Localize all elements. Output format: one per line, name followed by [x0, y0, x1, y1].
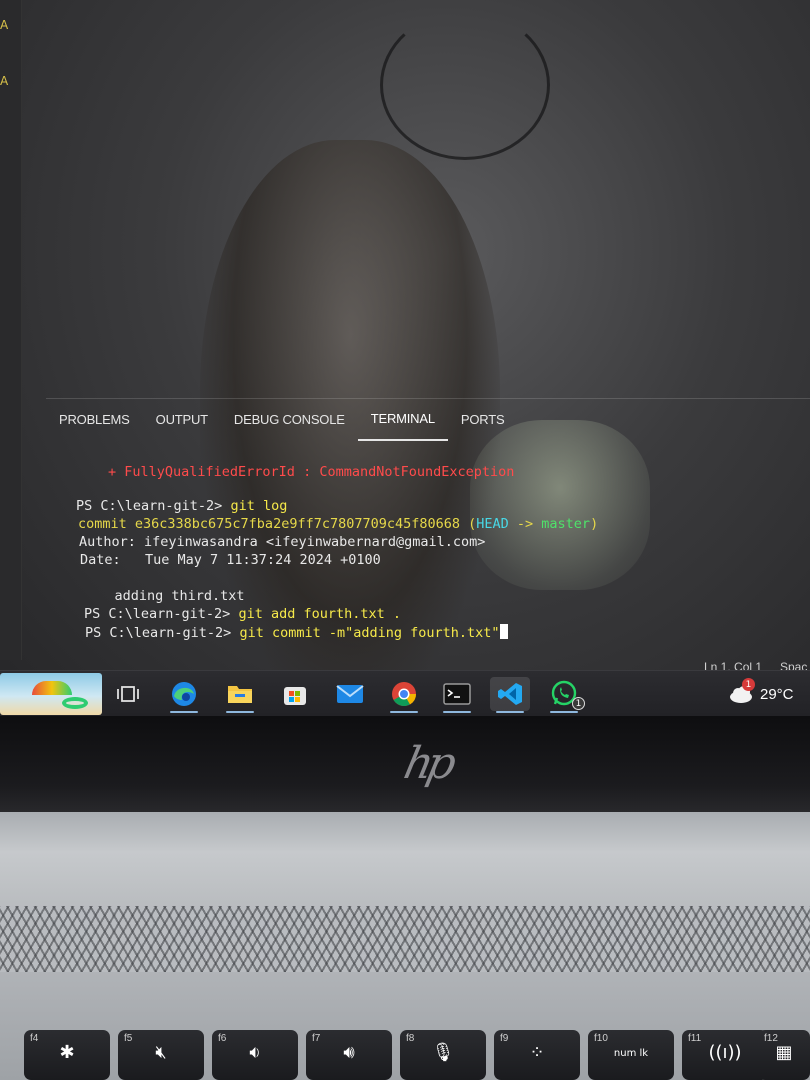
terminal-icon[interactable]: [437, 677, 477, 713]
microsoft-store-icon[interactable]: [275, 677, 315, 711]
author-line: Author: ifeyinwasandra <ifeyinwabernard@…: [79, 534, 486, 550]
mail-icon[interactable]: [330, 677, 370, 711]
weather-alert-badge: 1: [742, 678, 755, 691]
tab-terminal[interactable]: TERMINAL: [357, 399, 448, 441]
tab-problems[interactable]: PROBLEMS: [46, 399, 143, 441]
vscode-icon[interactable]: [490, 677, 530, 713]
speaker-grille: [0, 906, 810, 972]
prompt: PS C:\learn-git-2>: [84, 606, 231, 622]
head-arrow: ->: [508, 516, 542, 532]
panel-tabs: PROBLEMS OUTPUT DEBUG CONSOLE TERMINAL P…: [46, 398, 810, 441]
volume-down-icon: 🔉︎: [249, 1042, 261, 1063]
mute-icon: 🔇︎: [155, 1042, 167, 1063]
key-f9[interactable]: f9 ⁘: [494, 1030, 580, 1080]
command-text: git commit -m"adding fourth.txt": [239, 625, 500, 641]
mic-mute-icon: 🎙︎: [431, 1042, 455, 1063]
key-f6[interactable]: f6 🔉︎: [212, 1030, 298, 1080]
num-lock-label: num lk: [613, 1048, 649, 1059]
temperature: 29°C: [760, 685, 794, 703]
airplane-mode-icon: ((ı)): [708, 1042, 742, 1063]
keyboard-backlight-icon: ⁘: [529, 1042, 545, 1063]
prompt-line-commit: PS C:\learn-git-2> git commit -m"adding …: [85, 624, 508, 641]
branch-label: master: [541, 516, 591, 532]
reflection-cable: [380, 10, 550, 160]
tab-output[interactable]: OUTPUT: [143, 399, 221, 441]
chrome-icon[interactable]: [384, 677, 424, 713]
terminal-output[interactable]: + FullyQualifiedErrorId : CommandNotFoun…: [70, 454, 810, 660]
prompt-line-add: PS C:\learn-git-2> git add fourth.txt .: [84, 606, 401, 622]
prompt-line-log: PS C:\learn-git-2> git log: [76, 498, 287, 514]
widgets-thumbnail[interactable]: [0, 673, 102, 715]
taskbar: 1 1 29°C: [0, 670, 810, 716]
commit-suffix: ): [590, 516, 599, 532]
tab-debug-console[interactable]: DEBUG CONSOLE: [221, 399, 358, 441]
key-label: f10: [594, 1033, 608, 1044]
date-line: Date: Tue May 7 11:37:24 2024 +0100: [80, 552, 381, 568]
tab-ports[interactable]: PORTS: [448, 399, 518, 441]
error-line: + FullyQualifiedErrorId : CommandNotFoun…: [108, 464, 515, 480]
volume-up-icon: 🔊︎: [343, 1042, 355, 1063]
text-cursor: [499, 624, 508, 639]
key-f10[interactable]: f10 num lk: [588, 1030, 674, 1080]
beach-umbrella-icon: [32, 681, 72, 695]
key-f11[interactable]: f11 ((ı)): [682, 1030, 768, 1080]
activity-bar: A A: [0, 0, 22, 660]
brightness-up-icon: ✱: [59, 1042, 75, 1063]
whatsapp-icon[interactable]: 1: [544, 677, 585, 713]
prompt: PS C:\learn-git-2>: [76, 498, 223, 514]
commit-message-line: adding third.txt: [82, 588, 245, 604]
key-f12[interactable]: f12 ▦: [758, 1030, 810, 1080]
command-text: git add fourth.txt .: [238, 606, 402, 622]
file-explorer-icon[interactable]: [220, 677, 260, 713]
head-label: HEAD: [476, 516, 509, 532]
calculator-icon: ▦: [775, 1042, 793, 1063]
command-text: git log: [230, 498, 288, 514]
notification-badge: 1: [572, 697, 585, 710]
key-f5[interactable]: f5 🔇︎: [118, 1030, 204, 1080]
edge-icon[interactable]: [164, 677, 204, 713]
sidebar-marker-icon[interactable]: A: [0, 74, 10, 90]
swim-ring-icon: [62, 697, 88, 709]
hp-logo: hp: [399, 738, 455, 789]
commit-hash: commit e36c338bc675c7fba2e9ff7c7807709c4…: [78, 516, 477, 532]
sidebar-marker-icon[interactable]: A: [0, 18, 10, 34]
cloud-icon: 1: [728, 678, 755, 704]
screen: A A PROBLEMS OUTPUT DEBUG CONSOLE TERMIN…: [0, 0, 810, 715]
key-f8[interactable]: f8 🎙︎: [400, 1030, 486, 1080]
laptop-hinge: [0, 812, 810, 912]
task-view-icon[interactable]: [108, 677, 148, 711]
key-f4[interactable]: f4 ✱: [24, 1030, 110, 1080]
weather-widget[interactable]: 1 29°C: [728, 678, 794, 707]
commit-line: commit e36c338bc675c7fba2e9ff7c7807709c4…: [78, 516, 598, 532]
prompt: PS C:\learn-git-2>: [85, 625, 232, 641]
key-f7[interactable]: f7 🔊︎: [306, 1030, 392, 1080]
